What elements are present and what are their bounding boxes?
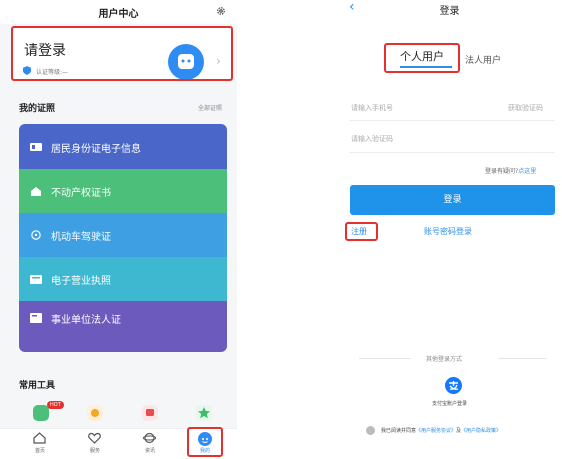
cert-label: 事业单位法人证: [51, 315, 121, 326]
gear-icon[interactable]: [216, 6, 226, 16]
tab-home[interactable]: 首页: [25, 447, 55, 454]
cert-label: 电子营业执照: [51, 276, 111, 287]
sun-tool-icon[interactable]: [87, 405, 103, 421]
cert-label: 机动车驾驶证: [51, 232, 111, 243]
cert-card-institution[interactable]: 事业单位法人证: [19, 301, 227, 352]
cert-card-driver[interactable]: 机动车驾驶证: [19, 213, 227, 257]
tools-title: 常用工具: [19, 381, 56, 391]
hot-badge: HOT: [47, 401, 64, 409]
cert-label: 不动产权证书: [51, 188, 111, 199]
privacy-policy-link[interactable]: 《用户隐私政策》: [461, 428, 501, 434]
agree-text: 我已阅读并同意: [381, 428, 417, 434]
phone-divider: [349, 120, 555, 121]
heart-icon[interactable]: [88, 432, 101, 444]
agree-checkbox[interactable]: [366, 426, 375, 440]
certificate-icon: [30, 313, 42, 323]
star-tool-icon[interactable]: [196, 405, 212, 421]
highlight-mine-tab: [187, 427, 223, 457]
tab-legal-user[interactable]: 法人用户: [465, 53, 501, 66]
phone-input[interactable]: 请输入手机号: [351, 103, 393, 113]
other-methods-label: 其他登录方式: [426, 356, 463, 363]
planet-icon[interactable]: [143, 432, 156, 444]
trouble-text: 登录有疑问?点这里: [485, 166, 536, 175]
service-agreement-link[interactable]: 《用户服务协议》: [416, 428, 456, 434]
chat-tool-icon[interactable]: [142, 405, 158, 421]
cert-cards: 居民身份证电子信息 不动产权证书 机动车驾驶证 电子营业执照 事业单位法人证: [19, 124, 227, 352]
highlight-personal-tab: [384, 43, 460, 73]
trouble-link[interactable]: 点这里: [518, 168, 536, 175]
my-certs-title: 我的证照: [19, 104, 56, 114]
license-icon: [30, 275, 42, 284]
password-login-link[interactable]: 账号密码登录: [424, 226, 472, 237]
tab-news[interactable]: 资讯: [135, 447, 165, 454]
login-page-title: 登录: [439, 6, 460, 17]
calendar-tool-icon[interactable]: [33, 405, 49, 421]
cert-card-business[interactable]: 电子营业执照: [19, 257, 227, 301]
highlight-register: [345, 222, 378, 241]
get-code-button[interactable]: 获取验证码: [508, 103, 543, 113]
alipay-icon[interactable]: [445, 377, 462, 394]
code-input[interactable]: 请输入验证码: [351, 134, 393, 144]
agreement-line: 我已阅读并同意《用户服务协议》及《用户隐私政策》: [381, 427, 501, 434]
house-icon: [31, 187, 41, 196]
login-button[interactable]: 登录: [350, 185, 555, 215]
cert-card-id[interactable]: 居民身份证电子信息: [19, 124, 227, 169]
trouble-prefix: 登录有疑问?: [485, 168, 519, 175]
all-certs-link[interactable]: 全部证照: [198, 103, 222, 112]
highlight-login-card: [11, 26, 233, 81]
code-divider: [349, 152, 555, 153]
alipay-label: 支付宝账户登录: [432, 401, 468, 407]
page-title: 用户中心: [98, 9, 139, 20]
id-card-icon: [30, 143, 42, 151]
divider-right: [498, 358, 546, 359]
cert-label: 居民身份证电子信息: [51, 144, 141, 155]
tab-service[interactable]: 服务: [80, 447, 110, 454]
divider-left: [359, 358, 411, 359]
steering-wheel-icon: [31, 230, 41, 240]
cert-card-property[interactable]: 不动产权证书: [19, 169, 227, 213]
home-icon[interactable]: [33, 432, 46, 444]
